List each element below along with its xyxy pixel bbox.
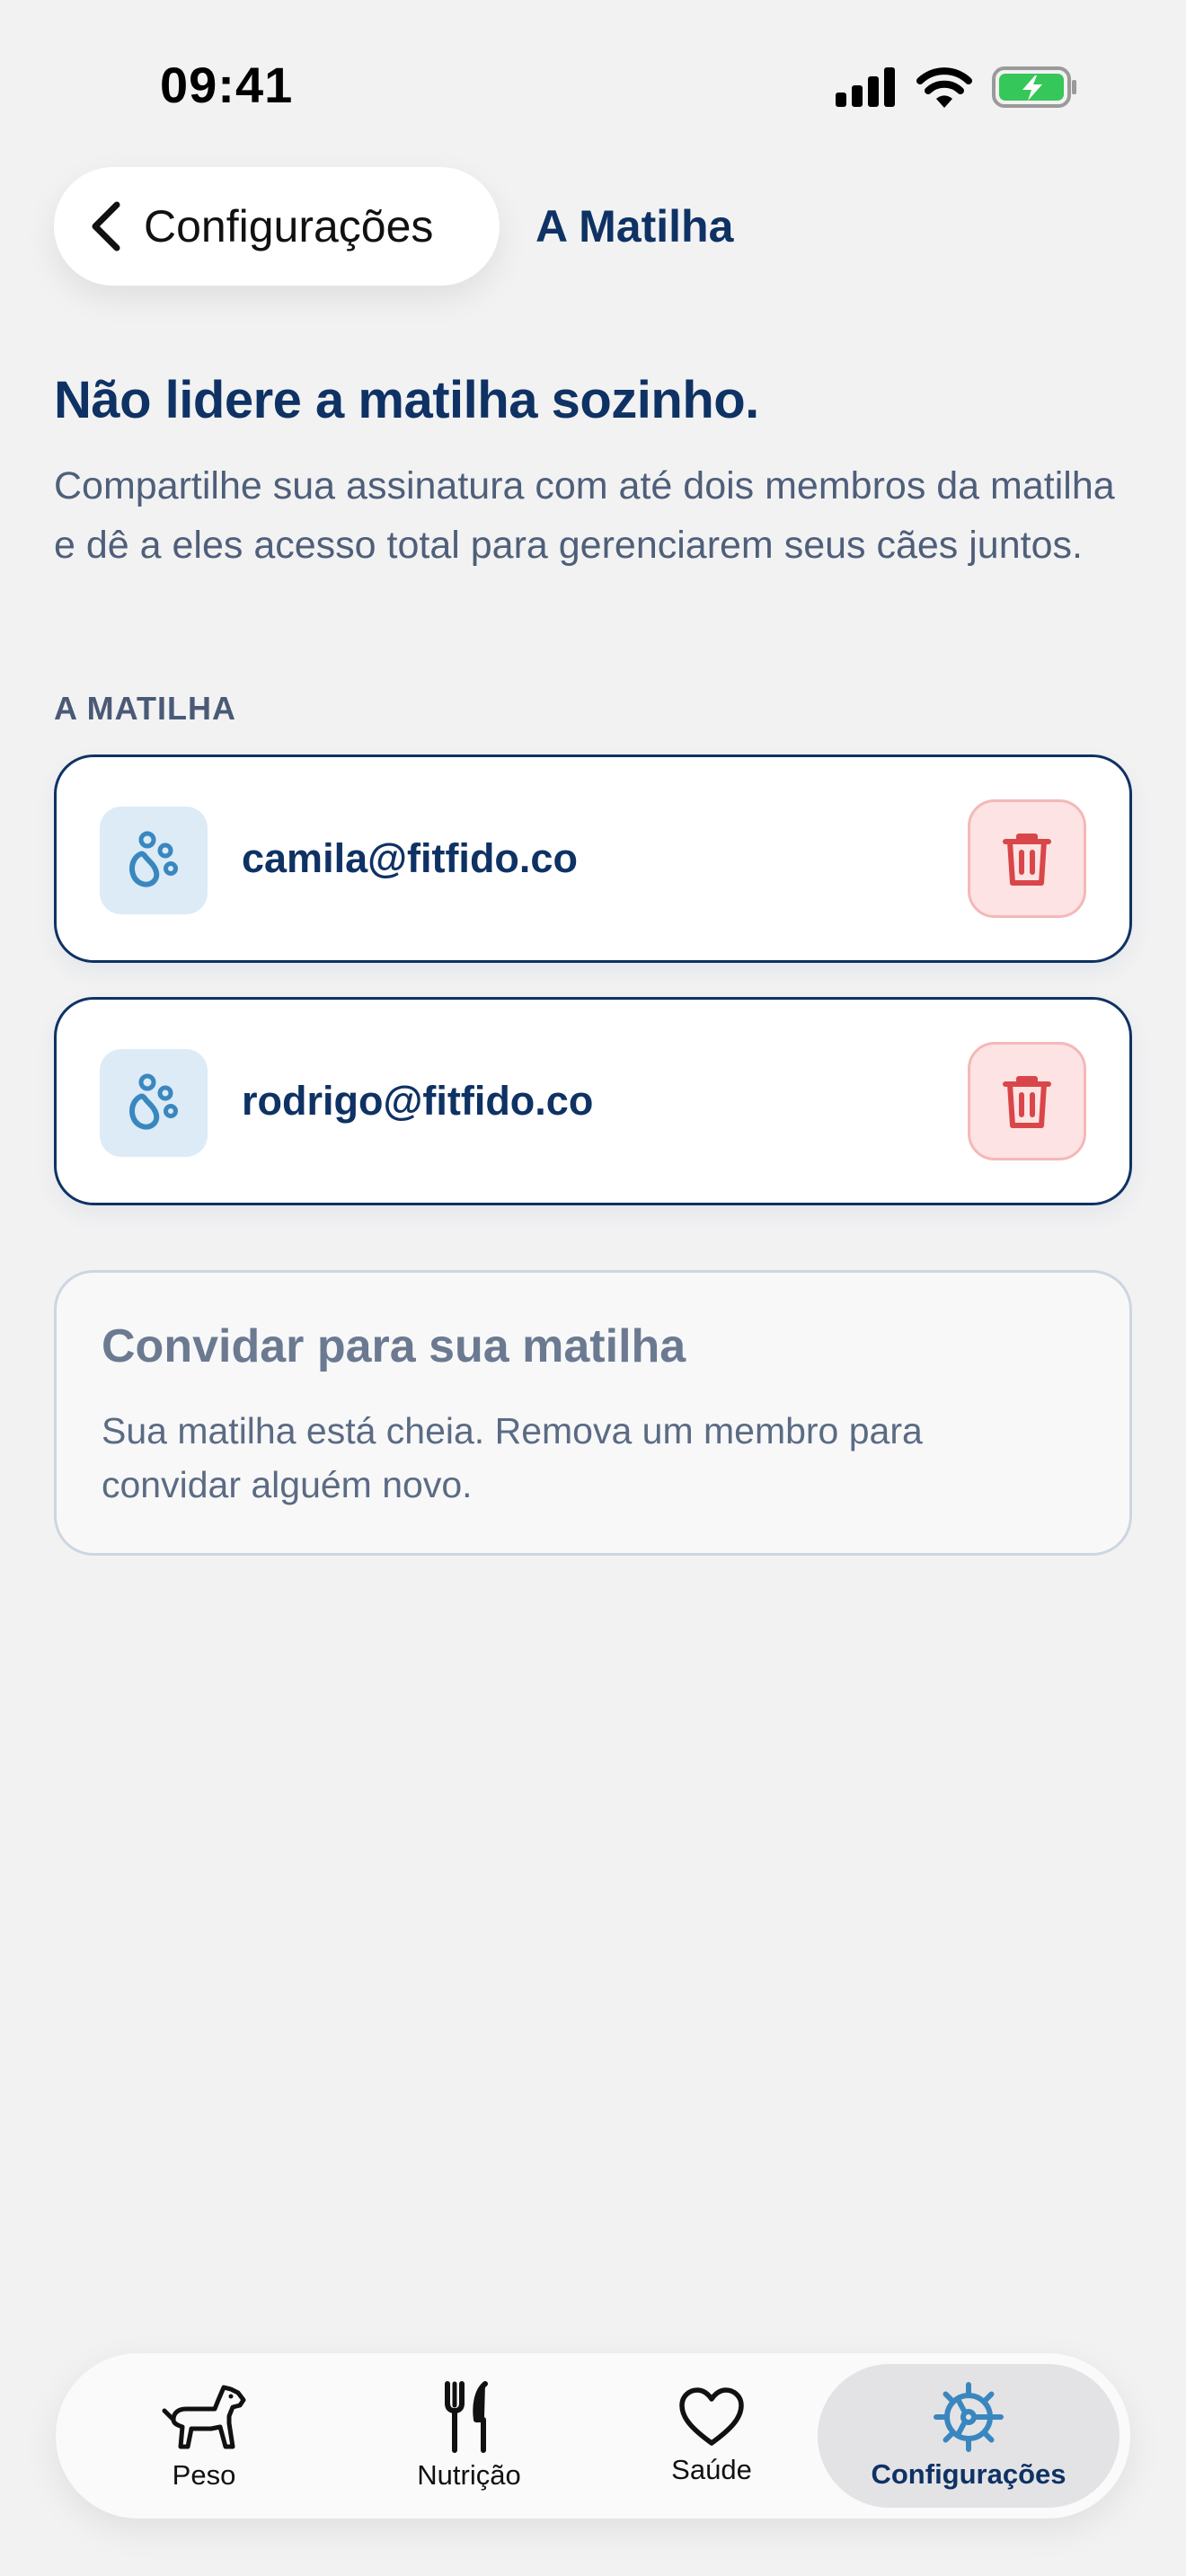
trash-icon (1003, 834, 1051, 886)
delete-member-button[interactable] (968, 1042, 1086, 1160)
section-label: A MATILHA (54, 690, 236, 727)
member-email: camila@fitfido.co (242, 835, 578, 881)
tab-nutricao[interactable]: Nutrição (393, 2353, 545, 2519)
gear-icon (934, 2382, 1004, 2452)
dog-icon (162, 2385, 246, 2449)
paw-icon (129, 1073, 178, 1130)
member-email: rodrigo@fitfido.co (242, 1078, 594, 1124)
heart-icon (679, 2387, 744, 2446)
fork-knife-icon (445, 2381, 488, 2453)
status-bar: 09:41 (0, 0, 1186, 171)
signal-icon (836, 67, 895, 107)
tab-bar: Peso Nutrição Saúde Configurações (56, 2353, 1130, 2519)
headline: Não lidere a matilha sozinho. (54, 371, 759, 429)
tab-label: Peso (172, 2459, 236, 2491)
tab-peso[interactable]: Peso (137, 2353, 271, 2519)
tab-saude[interactable]: Saúde (658, 2353, 766, 2519)
intro-text: Compartilhe sua assinatura com até dois … (54, 464, 1115, 567)
wifi-icon (916, 67, 972, 108)
status-icons (836, 65, 1078, 110)
tab-label: Saúde (671, 2454, 752, 2485)
back-button[interactable]: Configurações (54, 167, 500, 286)
invite-card: Convidar para sua matilha Sua matilha es… (54, 1270, 1132, 1556)
battery-icon (992, 66, 1076, 108)
trash-icon (1003, 1076, 1051, 1128)
member-card: rodrigo@fitfido.co (54, 997, 1132, 1205)
invite-message: Sua matilha está cheia. Remova um membro… (102, 1410, 923, 1505)
tab-label: Nutrição (417, 2459, 521, 2491)
invite-title: Convidar para sua matilha (102, 1320, 686, 1372)
chevron-left-icon (92, 201, 120, 251)
tab-label: Configurações (871, 2458, 1067, 2490)
avatar (100, 1049, 208, 1157)
navigation-bar: Configurações A Matilha (54, 167, 733, 286)
member-card: camila@fitfido.co (54, 754, 1132, 963)
delete-member-button[interactable] (968, 799, 1086, 918)
avatar (100, 807, 208, 914)
page-title: A Matilha (535, 201, 734, 251)
tab-configuracoes[interactable]: Configurações (818, 2364, 1120, 2508)
status-time: 09:41 (160, 57, 294, 113)
back-button-label: Configurações (144, 201, 434, 251)
paw-icon (129, 831, 178, 887)
